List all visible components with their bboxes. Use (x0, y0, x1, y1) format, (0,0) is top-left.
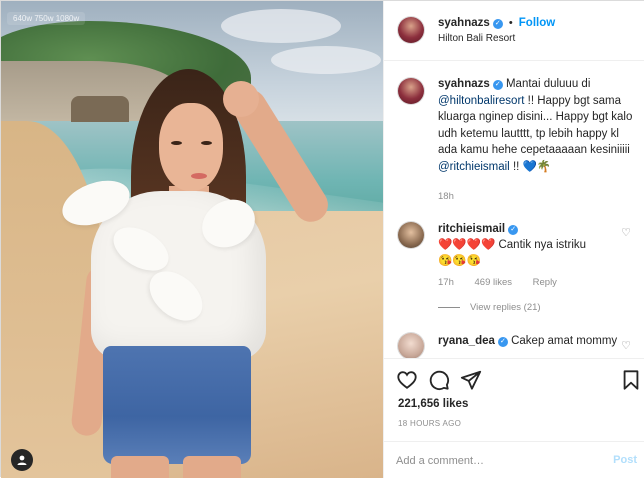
person-lips (191, 173, 207, 179)
comment-text: ritchieismail ✓ ❤️❤️❤️❤️ Cantik nya istri… (438, 221, 628, 269)
comments-list[interactable]: syahnazs ✓ Mantai duluuu di @hiltonbalire… (384, 62, 644, 358)
post-photo[interactable]: 640w 750w 1080w (1, 1, 383, 478)
person-leg (111, 456, 169, 478)
header-line: syahnazs ✓ • Follow (438, 17, 555, 29)
caption-text: Mantai duluuu di (502, 78, 591, 90)
commenter-avatar[interactable] (398, 222, 424, 248)
header-separator: • (508, 17, 513, 29)
post-header: syahnazs ✓ • Follow Hilton Bali Resort (384, 1, 644, 61)
verified-badge-icon: ✓ (508, 225, 519, 235)
image-size-watermark: 640w 750w 1080w (7, 12, 86, 25)
post-caption: syahnazs ✓ Mantai duluuu di @hiltonbalire… (438, 76, 638, 175)
photo-cloud (221, 9, 341, 43)
comment-meta: 17h 469 likes Reply (438, 277, 575, 288)
post-actions: 221,656 likes 18 HOURS AGO Post (384, 358, 644, 478)
verified-badge-icon: ✓ (492, 80, 503, 90)
comment-bubble-icon[interactable] (428, 369, 450, 391)
reply-button[interactable]: Reply (533, 277, 557, 288)
like-comment-heart-icon[interactable]: ♡ (621, 339, 631, 352)
comment-text: ryana_dea ✓ Cakep amat mommy (438, 333, 628, 349)
person-eye (201, 141, 212, 145)
post-comment-button[interactable]: Post (613, 454, 637, 466)
post-timestamp: 18 HOURS AGO (398, 419, 462, 428)
commenter-username[interactable]: ryana_dea (438, 335, 495, 347)
person-hand (223, 81, 259, 117)
caption-time: 18h (438, 191, 454, 202)
commenter-avatar[interactable] (398, 333, 424, 358)
add-comment-bar: Post (384, 441, 644, 479)
share-paper-plane-icon[interactable] (460, 369, 482, 391)
commenter-username[interactable]: ritchieismail (438, 223, 505, 235)
comment-body: Cakep amat mommy (507, 335, 618, 347)
user-tag-icon[interactable] (11, 449, 33, 471)
view-replies-label: View replies (21) (470, 302, 541, 313)
person-icon (17, 455, 27, 465)
verified-badge-icon: ✓ (497, 337, 508, 347)
caption-mention-link[interactable]: @hiltonbaliresort (438, 95, 524, 107)
like-count[interactable]: 221,656 likes (398, 398, 468, 410)
comment-likes[interactable]: 469 likes (475, 277, 513, 288)
caption-author-avatar[interactable] (398, 78, 424, 104)
post-sidebar: syahnazs ✓ • Follow Hilton Bali Resort sy… (383, 1, 644, 478)
follow-button[interactable]: Follow (519, 17, 555, 29)
post-window: 640w 750w 1080w syahnazs ✓ • Follow Hilto… (0, 0, 644, 478)
caption-username[interactable]: syahnazs (438, 78, 490, 90)
person-denim-shorts (103, 346, 251, 464)
save-bookmark-icon[interactable] (620, 369, 642, 391)
comment-body-emoji: 😘😘😘 (438, 255, 481, 267)
post-location[interactable]: Hilton Bali Resort (438, 33, 515, 44)
photo-person (51, 61, 351, 478)
person-leg (183, 456, 241, 478)
comment-body: ❤️❤️❤️❤️ Cantik nya istriku (438, 239, 587, 251)
author-username[interactable]: syahnazs (438, 17, 490, 29)
author-avatar[interactable] (398, 17, 424, 43)
person-eye (171, 141, 182, 145)
like-comment-heart-icon[interactable]: ♡ (621, 226, 631, 239)
caption-text: !! 💙🌴 (509, 160, 552, 173)
replies-line (438, 307, 460, 308)
person-face (159, 103, 223, 191)
add-comment-input[interactable] (396, 452, 596, 470)
view-replies-button[interactable]: View replies (21) (438, 302, 541, 313)
like-heart-icon[interactable] (396, 369, 418, 391)
verified-badge-icon: ✓ (492, 19, 503, 29)
comment-time: 17h (438, 277, 454, 288)
caption-mention-link[interactable]: @ritchieismail (438, 161, 510, 173)
